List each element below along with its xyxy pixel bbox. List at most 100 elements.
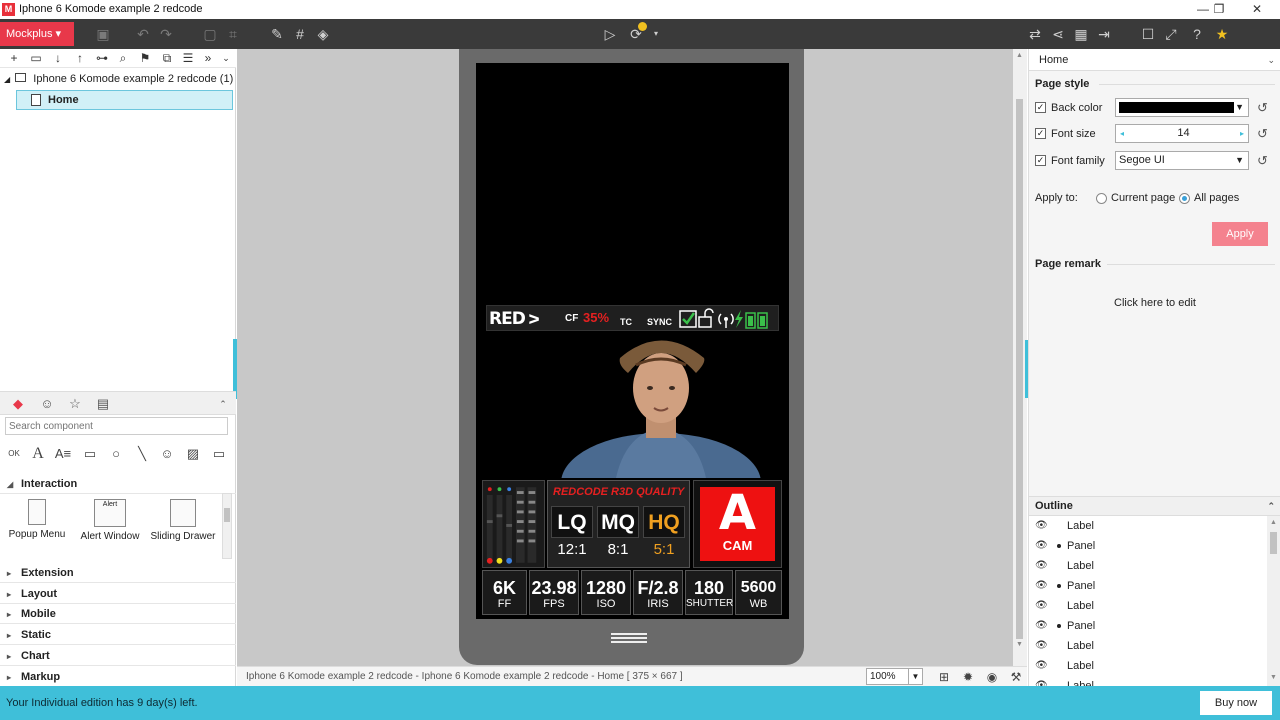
tools-icon[interactable]: ⚒	[1007, 669, 1025, 685]
preview-eye-icon[interactable]: ◉	[983, 669, 1001, 685]
stat-fps[interactable]: 23.98 FPS	[529, 570, 579, 615]
export-icon[interactable]: ⇥	[1094, 24, 1114, 44]
font-family-checkbox[interactable]: ✓	[1035, 155, 1046, 166]
folder-icon[interactable]: ▭	[26, 50, 46, 67]
buy-now-button[interactable]: Buy now	[1200, 691, 1272, 715]
flag-icon[interactable]: ⚑	[135, 50, 155, 67]
eye-icon[interactable]: 👁	[1035, 656, 1048, 676]
tab-templates-icon[interactable]: ▤	[91, 394, 115, 414]
search-icon[interactable]: ⌕	[113, 50, 133, 67]
quality-hq[interactable]: HQ	[643, 506, 685, 538]
component-sliding-drawer[interactable]: Sliding Drawer	[148, 499, 218, 542]
font-family-select[interactable]: Segoe UI ▼	[1115, 151, 1249, 170]
reset-back-color-icon[interactable]: ↺	[1257, 100, 1268, 116]
eye-icon[interactable]: 👁	[1035, 676, 1048, 686]
mockplus-menu-button[interactable]: Mockplus ▾	[0, 22, 74, 46]
circle-shape-icon[interactable]: ○	[106, 445, 126, 463]
button-shape-icon[interactable]: OK	[4, 445, 24, 463]
increase-icon[interactable]: ▸	[1240, 125, 1244, 142]
sync-dropdown-icon[interactable]: ▾	[646, 24, 666, 44]
font-size-stepper[interactable]: ◂ 14 ▸	[1115, 124, 1249, 143]
camera-id-panel[interactable]: A CAM	[693, 480, 782, 568]
undo-icon[interactable]: ↶	[133, 24, 153, 44]
image-shape-icon[interactable]: ▨	[183, 445, 203, 463]
add-page-icon[interactable]: +	[4, 50, 24, 67]
window-icon[interactable]: ☐	[1138, 24, 1158, 44]
icon-shape-icon[interactable]: ☺	[157, 445, 177, 463]
quality-mq[interactable]: MQ	[597, 506, 639, 538]
page-remark-edit[interactable]: Click here to edit	[1029, 297, 1280, 309]
input-shape-icon[interactable]: ▭	[209, 445, 229, 463]
page-tree-root[interactable]: ◢ Iphone 6 Komode example 2 redcode (1)	[4, 73, 233, 85]
stat-resolution[interactable]: 6K FF	[482, 570, 527, 615]
outline-scroll-thumb[interactable]	[1270, 532, 1277, 554]
quality-lq[interactable]: LQ	[551, 506, 593, 538]
section-interaction[interactable]: ◢ Interaction	[0, 474, 236, 494]
zoom-dropdown-icon[interactable]: ▼	[908, 669, 922, 684]
help-icon[interactable]: ?	[1187, 24, 1207, 44]
component-search-input[interactable]	[5, 417, 228, 435]
share-icon[interactable]: ⋖	[1048, 24, 1068, 44]
fullscreen-icon[interactable]: ⤢	[1161, 24, 1181, 44]
paint-bucket-icon[interactable]: ◈	[313, 24, 333, 44]
expand-arrow-icon[interactable]: ◢	[4, 75, 10, 84]
outline-item[interactable]: 👁 Label	[1029, 636, 1267, 656]
redcode-quality-panel[interactable]: REDCODE R3D QUALITY LQ MQ HQ 12:1 8:1 5:…	[547, 480, 690, 568]
stat-iso[interactable]: 1280 ISO	[581, 570, 631, 615]
outline-item[interactable]: 👁 Label	[1029, 656, 1267, 676]
eye-icon[interactable]: 👁	[1035, 556, 1048, 576]
outline-item[interactable]: 👁 Label	[1029, 556, 1267, 576]
reset-font-size-icon[interactable]: ↺	[1257, 126, 1268, 142]
back-color-picker[interactable]: ▼	[1115, 98, 1249, 117]
component-popup-menu[interactable]: Popup Menu	[2, 499, 72, 540]
brush-icon[interactable]: ✎	[267, 24, 287, 44]
outline-item[interactable]: 👁 Panel	[1029, 536, 1267, 556]
paragraph-shape-icon[interactable]: A≡	[53, 445, 73, 463]
collapse-outline-icon[interactable]: ⌃	[1267, 497, 1275, 515]
more-icon[interactable]: »	[198, 50, 218, 67]
collapse-components-icon[interactable]: ⌃	[211, 394, 235, 414]
tab-components-icon[interactable]: ◆	[6, 394, 30, 414]
line-shape-icon[interactable]: ╲	[132, 445, 152, 463]
tab-favorites-icon[interactable]: ☆	[63, 394, 87, 414]
tab-icons-icon[interactable]: ☺	[35, 394, 59, 414]
stat-shutter[interactable]: 180 SHUTTER	[685, 570, 733, 615]
section-mobile[interactable]: ▸ Mobile	[0, 604, 236, 624]
restore-button[interactable]: ❐	[1202, 0, 1236, 19]
home-indicator-icon[interactable]	[611, 633, 647, 643]
close-button[interactable]: ✕	[1240, 0, 1274, 19]
page-tree-home[interactable]: Home	[16, 90, 233, 110]
crop-icon[interactable]: ⌗	[223, 24, 243, 44]
section-layout[interactable]: ▸ Layout	[0, 584, 236, 604]
font-size-checkbox[interactable]: ✓	[1035, 128, 1046, 139]
all-pages-radio[interactable]	[1179, 193, 1190, 204]
outline-scroll-down-icon[interactable]: ▼	[1270, 674, 1277, 681]
outline-scroll-up-icon[interactable]: ▲	[1270, 519, 1277, 526]
scroll-down-icon[interactable]: ▼	[1016, 641, 1023, 648]
back-color-dropdown-icon[interactable]: ▼	[1235, 99, 1244, 116]
qr-code-icon[interactable]: ▦	[1071, 24, 1091, 44]
current-page-radio[interactable]	[1096, 193, 1107, 204]
stat-white-balance[interactable]: 5600 WB	[735, 570, 782, 615]
copy-icon[interactable]: ⧉	[157, 50, 177, 67]
section-chart[interactable]: ▸ Chart	[0, 646, 236, 666]
play-icon[interactable]: ▷	[600, 24, 620, 44]
reset-font-family-icon[interactable]: ↺	[1257, 153, 1268, 169]
component-alert-window[interactable]: Alert Alert Window	[75, 499, 145, 542]
zoom-select[interactable]: 100% ▼	[866, 668, 923, 685]
scroll-up-icon[interactable]: ▲	[1016, 52, 1023, 59]
canvas-scroll-thumb[interactable]	[1016, 99, 1023, 639]
back-color-checkbox[interactable]: ✓	[1035, 102, 1046, 113]
section-extension[interactable]: ▸ Extension	[0, 563, 236, 583]
components-scrollbar[interactable]	[222, 493, 232, 559]
outline-item[interactable]: 👁 Panel	[1029, 616, 1267, 636]
collapse-icon[interactable]: ⌄	[216, 50, 236, 67]
font-family-dropdown-icon[interactable]: ▼	[1235, 152, 1244, 169]
list-icon[interactable]: ☰	[178, 50, 198, 67]
save-icon[interactable]: ▣	[93, 24, 113, 44]
outline-scrollbar[interactable]: ▲ ▼	[1267, 516, 1280, 686]
section-static[interactable]: ▸ Static	[0, 625, 236, 645]
upgrade-icon[interactable]: ★	[1212, 24, 1232, 44]
outline-item[interactable]: 👁 Label	[1029, 676, 1267, 686]
section-markup[interactable]: ▸ Markup	[0, 667, 236, 687]
